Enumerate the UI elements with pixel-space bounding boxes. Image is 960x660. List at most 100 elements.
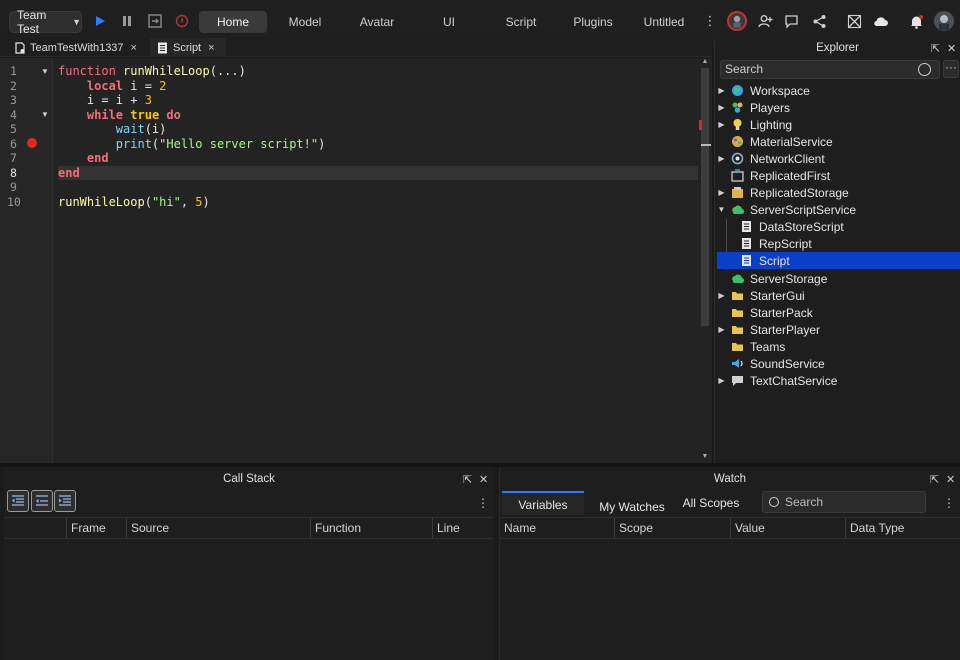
tree-item-lighting[interactable]: ▶ Lighting [717,116,960,133]
test-mode-dropdown[interactable]: Team Test ▼ [9,8,82,36]
undock-icon[interactable]: ⇱ [930,473,939,486]
step-into-button[interactable] [7,490,29,512]
tree-item-starterplayer[interactable]: ▶ StarterPlayer [717,321,960,338]
more-menu-icon[interactable]: ⋮ [477,496,489,510]
editor-scrollbar[interactable]: ▲ ▼ [699,58,711,463]
column-header-name[interactable]: Name [500,518,614,538]
close-icon[interactable]: × [208,42,214,54]
pause-button[interactable] [119,13,135,29]
expand-arrow-icon[interactable]: ▶ [717,376,726,385]
collapse-arrow-icon[interactable]: ▼ [717,205,726,214]
watch-search-input[interactable]: Search [762,491,926,513]
script-editor[interactable]: 1 2 3 4 5 6 7 8 9 10 ▼ ▼ function runWhi… [0,58,712,463]
tab-ui[interactable]: UI [430,11,468,33]
tab-untitled[interactable]: Untitled [638,11,690,33]
code-line: print("Hello server script!") [115,136,326,151]
tree-item-serverscriptservice[interactable]: ▼ ServerScriptService [717,201,960,218]
expand-arrow-icon[interactable]: ▶ [717,188,726,197]
tree-item-replicatedstorage[interactable]: ▶ ReplicatedStorage [717,184,960,201]
column-header-scope[interactable]: Scope [614,518,730,538]
tree-item-workspace[interactable]: ▶ Workspace [717,82,960,99]
column-header-value[interactable]: Value [730,518,845,538]
tree-item-startergui[interactable]: ▶ StarterGui [717,287,960,304]
tree-item-networkclient[interactable]: ▶ NetworkClient [717,150,960,167]
avatar-icon[interactable] [727,11,747,31]
line-number: 5 [10,122,17,136]
undock-icon[interactable]: ⇱ [463,473,472,486]
tab-model[interactable]: Model [277,11,333,33]
step-button[interactable] [147,13,163,29]
step-out-icon [59,495,71,506]
tab-script[interactable]: Script [492,11,550,33]
chat-button[interactable] [783,13,799,29]
notifications-button[interactable] [908,13,924,29]
server-script-service-icon [732,205,744,215]
tree-item-datastorescript[interactable]: DataStoreScript [717,218,960,235]
expand-arrow-icon[interactable]: ▶ [717,325,726,334]
tab-home[interactable]: Home [199,11,267,33]
cloud-button[interactable] [873,13,889,29]
code-line: local i = 2 [86,78,167,93]
column-header-frame[interactable]: Frame [66,518,126,538]
tree-item-materialservice[interactable]: MaterialService [717,133,960,150]
search-placeholder: Search [785,495,824,509]
close-icon[interactable]: ✕ [946,473,955,486]
step-out-button[interactable] [54,490,76,512]
fold-arrow-icon[interactable]: ▼ [41,67,49,76]
add-user-button[interactable] [757,13,773,29]
tab-label: Script [173,41,202,54]
expand-arrow-icon[interactable]: ▶ [717,154,726,163]
close-icon[interactable]: ✕ [479,473,488,486]
script-icon [742,221,751,232]
expand-arrow-icon[interactable]: ▶ [717,120,726,129]
scroll-down-icon[interactable]: ▼ [701,453,709,460]
play-button[interactable] [92,13,108,29]
tree-item-players[interactable]: ▶ Players [717,99,960,116]
tab-plugins[interactable]: Plugins [562,11,624,33]
column-header-line[interactable]: Line [432,518,494,538]
close-icon[interactable]: × [131,42,137,54]
tree-item-serverstorage[interactable]: ServerStorage [717,270,960,287]
collaborate-icon [847,14,861,28]
expand-arrow-icon[interactable]: ▶ [717,86,726,95]
line-gutter[interactable]: 1 2 3 4 5 6 7 8 9 10 ▼ ▼ [0,58,53,463]
tab-avatar[interactable]: Avatar [348,11,406,33]
more-menu-icon[interactable]: ⋮ [702,13,718,29]
column-header-source[interactable]: Source [126,518,310,538]
scroll-up-icon[interactable]: ▲ [701,58,709,65]
line-number: 4 [10,107,17,122]
step-over-button[interactable] [31,490,53,512]
column-header-data-type[interactable]: Data Type [845,518,960,538]
share-button[interactable] [811,13,827,29]
tree-item-replicatedfirst[interactable]: ReplicatedFirst [717,167,960,184]
breakpoint-icon[interactable] [27,138,37,148]
more-options-button[interactable]: ··· [943,60,959,78]
replicated-first-icon [731,169,744,182]
tab-all-scopes[interactable]: All Scopes [680,491,742,515]
fold-arrow-icon[interactable]: ▼ [41,110,49,119]
tab-script-file[interactable]: Script × [150,38,226,57]
tab-teamtestwith1337[interactable]: TeamTestWith1337 × [14,38,142,57]
chat-icon [784,14,798,29]
column-header-function[interactable]: Function [310,518,432,538]
tree-item-textchatservice[interactable]: ▶ TextChatService [717,372,960,389]
more-menu-icon[interactable]: ⋮ [943,496,955,510]
tab-variables[interactable]: Variables [502,491,584,515]
history-icon[interactable] [918,63,931,76]
expand-arrow-icon[interactable]: ▶ [717,291,726,300]
undock-icon[interactable]: ⇱ [931,42,940,55]
tab-my-watches[interactable]: My Watches [596,495,668,519]
collaborate-button[interactable] [846,13,862,29]
close-icon[interactable]: ✕ [947,42,956,55]
profile-avatar[interactable] [934,11,954,31]
test-mode-label: Team Test [17,8,47,36]
tree-item-repscript[interactable]: RepScript [717,235,960,252]
expand-arrow-icon[interactable]: ▶ [717,103,726,112]
explorer-search-input[interactable]: Search [720,60,940,79]
tree-item-soundservice[interactable]: SoundService [717,355,960,372]
tree-item-script-selected[interactable]: Script [717,252,960,269]
tree-item-starterpack[interactable]: StarterPack [717,304,960,321]
tree-item-teams[interactable]: Teams [717,338,960,355]
scrollbar-thumb[interactable] [701,68,709,326]
stop-button[interactable] [174,13,190,29]
